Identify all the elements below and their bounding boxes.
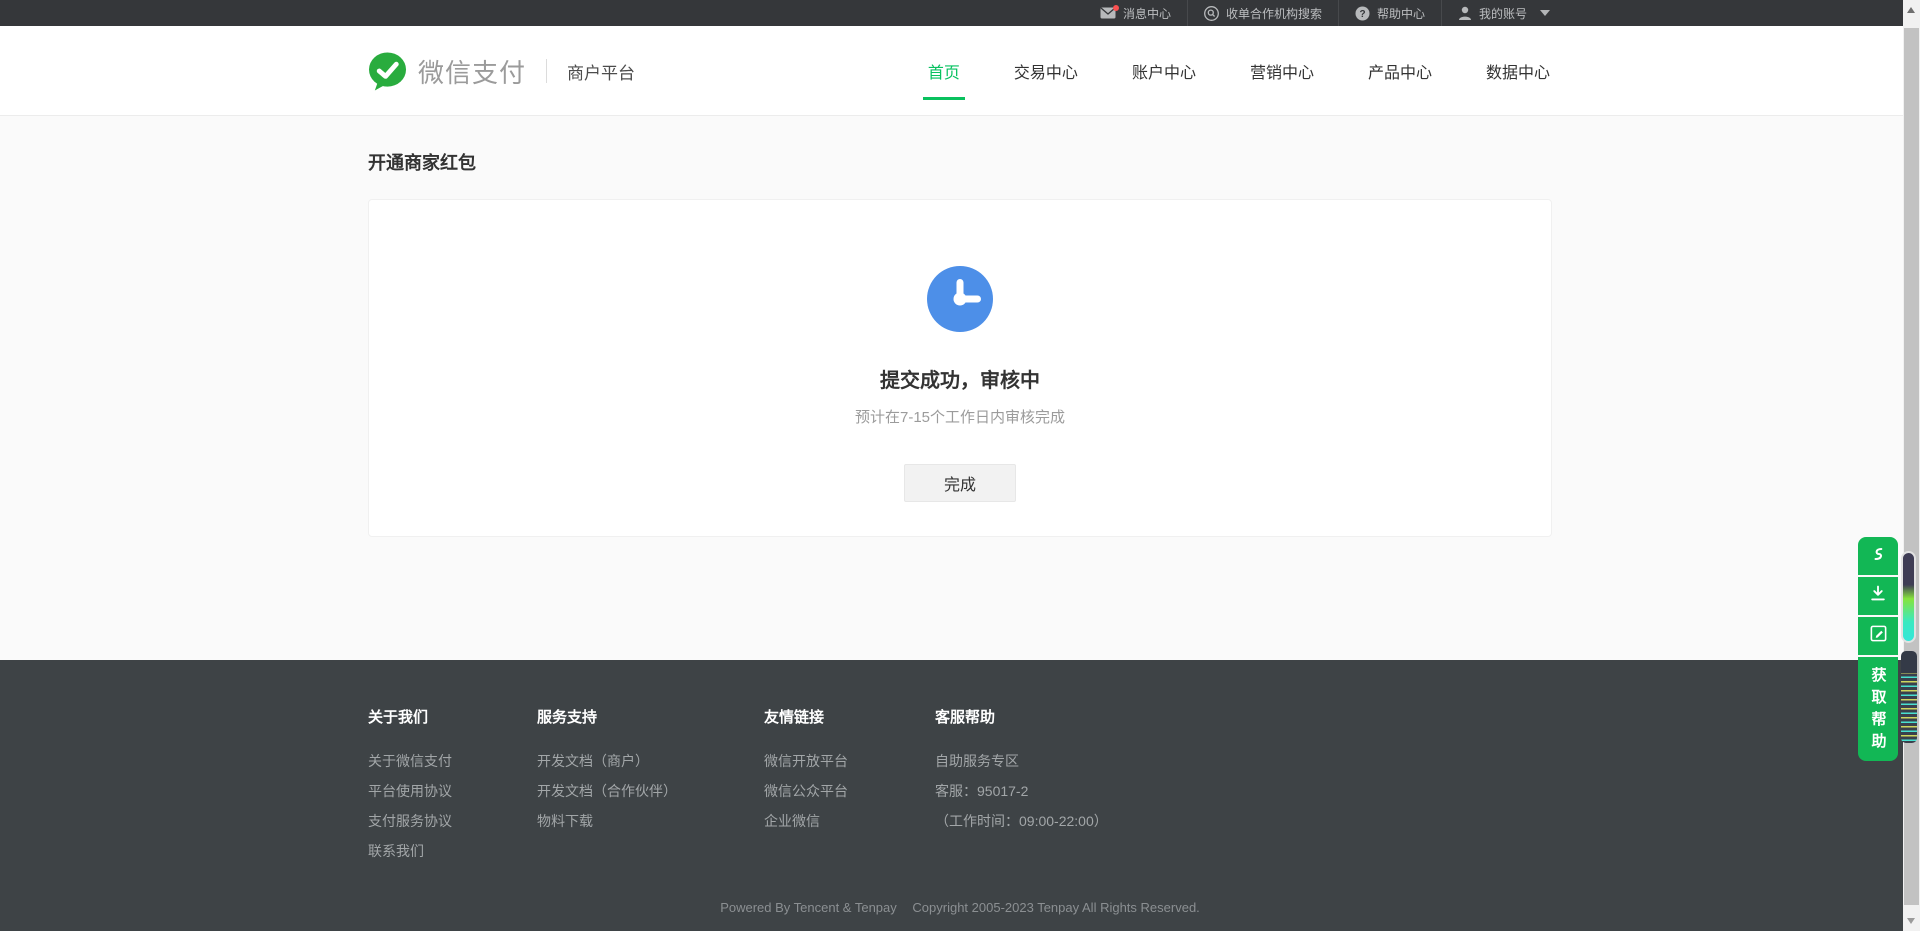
- floating-help-rail: 获取帮助: [1858, 537, 1898, 761]
- quick-link-button[interactable]: [1858, 537, 1898, 575]
- footer-column-title: 客服帮助: [935, 706, 1108, 727]
- status-card: 提交成功，审核中 预计在7-15个工作日内审核完成 完成: [368, 199, 1552, 537]
- topbar-item-help-center[interactable]: ? 帮助中心: [1339, 0, 1441, 26]
- scrollbar[interactable]: [1903, 0, 1920, 931]
- nav-item-product-center[interactable]: 产品中心: [1366, 26, 1434, 116]
- topbar-item-label: 消息中心: [1123, 5, 1171, 22]
- scrollbar-up-arrow-icon[interactable]: [1907, 7, 1915, 13]
- scrollbar-thumb[interactable]: [1904, 28, 1919, 905]
- nav-item-data-center[interactable]: 数据中心: [1484, 26, 1552, 116]
- footer-link[interactable]: 关于微信支付: [368, 754, 537, 769]
- notification-badge: [1113, 5, 1119, 11]
- done-button[interactable]: 完成: [904, 464, 1016, 502]
- copyright-text: Copyright 2005-2023 Tenpay All Rights Re…: [912, 900, 1199, 915]
- topbar-item-acquirer-search[interactable]: 收单合作机构搜索: [1188, 0, 1338, 26]
- feedback-icon: [1869, 624, 1888, 648]
- footer-column-title: 关于我们: [368, 706, 537, 727]
- download-icon: [1868, 584, 1888, 609]
- brand-logo[interactable]: 微信支付 商户平台: [368, 51, 635, 91]
- footer-column-title: 服务支持: [537, 706, 764, 727]
- service-hours: （工作时间：09:00-22:00）: [935, 814, 1108, 829]
- search-icon: [1204, 6, 1219, 21]
- wechat-pay-logo-icon: [368, 51, 407, 91]
- scrollbar-down-arrow-icon[interactable]: [1907, 918, 1915, 924]
- copyright: Powered By Tencent & Tenpay Copyright 20…: [0, 900, 1920, 915]
- footer-link[interactable]: 支付服务协议: [368, 814, 537, 829]
- footer-link[interactable]: 开发文档（商户）: [537, 754, 764, 769]
- footer-column-customer-help: 客服帮助 自助服务专区 客服：95017-2 （工作时间：09:00-22:00…: [935, 706, 1108, 874]
- footer-link[interactable]: 物料下载: [537, 814, 764, 829]
- svg-text:?: ?: [1359, 9, 1365, 20]
- brand-wordmark: 微信支付: [418, 53, 526, 90]
- customer-service-number: 客服：95017-2: [935, 784, 1108, 799]
- footer-link[interactable]: 微信开放平台: [764, 754, 935, 769]
- scroll-marker-gradient: [1901, 551, 1916, 643]
- page-title: 开通商家红包: [368, 116, 1552, 175]
- portal-name: 商户平台: [567, 59, 635, 84]
- get-help-button[interactable]: 获取帮助: [1858, 657, 1898, 761]
- main-content: 开通商家红包 提交成功，审核中 预计在7-15个工作日内审核完成 完成: [0, 116, 1920, 660]
- footer-column-about: 关于我们 关于微信支付 平台使用协议 支付服务协议 联系我们: [368, 706, 537, 874]
- topbar-item-label: 我的账号: [1479, 5, 1527, 22]
- wechat-pay-merchant-portal: 消息中心 收单合作机构搜索 ? 帮助中心 我的账号: [0, 0, 1920, 931]
- clock-icon: [927, 266, 993, 337]
- user-icon: [1458, 6, 1472, 20]
- brand-divider: [546, 59, 547, 83]
- topbar-item-my-account[interactable]: 我的账号: [1442, 0, 1552, 26]
- footer-column-title: 友情链接: [764, 706, 935, 727]
- status-title: 提交成功，审核中: [880, 364, 1040, 393]
- main-nav: 首页 交易中心 账户中心 营销中心 产品中心 数据中心: [926, 26, 1552, 116]
- nav-item-transaction-center[interactable]: 交易中心: [1012, 26, 1080, 116]
- feedback-button[interactable]: [1858, 617, 1898, 655]
- footer-link[interactable]: 微信公众平台: [764, 784, 935, 799]
- download-button[interactable]: [1858, 577, 1898, 615]
- footer-column-service-support: 服务支持 开发文档（商户） 开发文档（合作伙伴） 物料下载: [537, 706, 764, 874]
- chevron-down-icon: [1540, 10, 1550, 16]
- help-icon: ?: [1355, 6, 1370, 21]
- status-subtitle: 预计在7-15个工作日内审核完成: [855, 406, 1065, 427]
- scroll-marker-striped: [1901, 651, 1917, 743]
- footer-link[interactable]: 平台使用协议: [368, 784, 537, 799]
- footer-link[interactable]: 开发文档（合作伙伴）: [537, 784, 764, 799]
- powered-by-text: Powered By Tencent & Tenpay: [720, 900, 897, 915]
- link-icon: [1868, 544, 1888, 569]
- topbar-item-label: 帮助中心: [1377, 5, 1425, 22]
- topbar-item-messages[interactable]: 消息中心: [1084, 0, 1187, 26]
- nav-item-home[interactable]: 首页: [926, 26, 962, 116]
- topbar-item-label: 收单合作机构搜索: [1226, 5, 1322, 22]
- topbar: 消息中心 收单合作机构搜索 ? 帮助中心 我的账号: [0, 0, 1920, 26]
- nav-item-account-center[interactable]: 账户中心: [1130, 26, 1198, 116]
- footer: 关于我们 关于微信支付 平台使用协议 支付服务协议 联系我们 服务支持 开发文档…: [0, 660, 1920, 931]
- header: 微信支付 商户平台 首页 交易中心 账户中心 营销中心 产品中心 数据中心: [0, 26, 1920, 116]
- nav-item-marketing-center[interactable]: 营销中心: [1248, 26, 1316, 116]
- footer-link[interactable]: 联系我们: [368, 844, 537, 859]
- footer-column-friend-links: 友情链接 微信开放平台 微信公众平台 企业微信: [764, 706, 935, 874]
- mail-icon: [1100, 7, 1116, 19]
- footer-link[interactable]: 企业微信: [764, 814, 935, 829]
- footer-link[interactable]: 自助服务专区: [935, 754, 1108, 769]
